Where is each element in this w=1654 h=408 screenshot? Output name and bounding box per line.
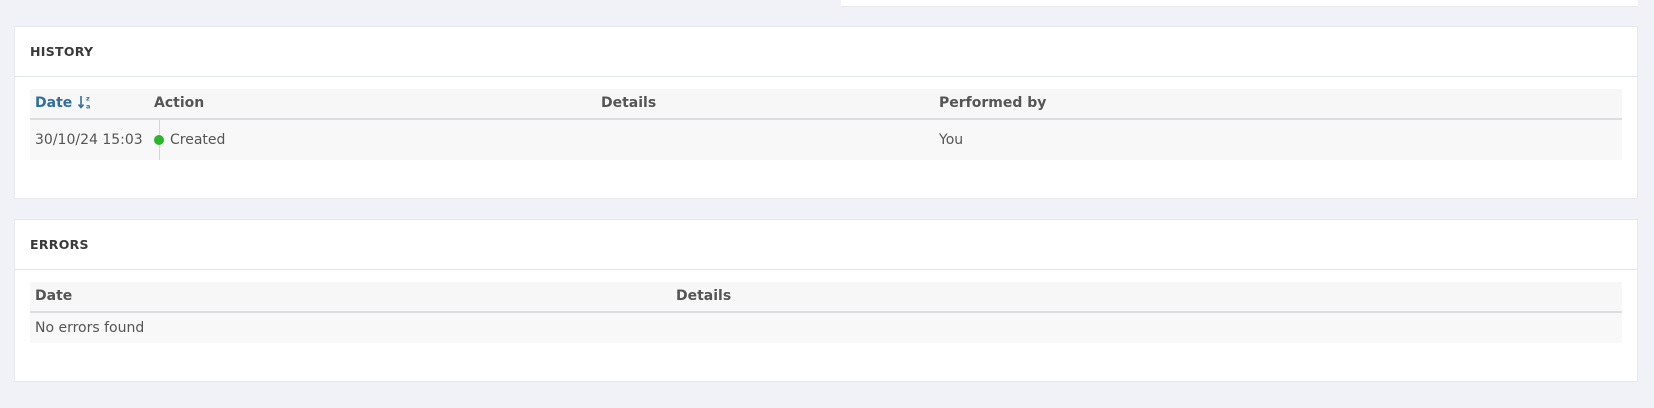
status-dot-icon	[154, 135, 164, 145]
history-title: HISTORY	[15, 27, 1637, 77]
svg-text:z: z	[86, 95, 90, 103]
errors-empty-message: No errors found	[35, 320, 145, 336]
errors-panel: ERRORS Date Details No errors found	[14, 219, 1638, 382]
history-table: Date z a Action Details Performed by 30/…	[30, 89, 1622, 160]
errors-table-header: Date Details	[30, 282, 1622, 313]
sort-descending-icon[interactable]: z a	[78, 94, 92, 110]
errors-date-column-header: Date	[35, 288, 73, 304]
history-row-action: Created	[170, 132, 226, 148]
errors-table: Date Details No errors found	[30, 282, 1622, 343]
svg-text:a: a	[86, 103, 90, 111]
errors-details-column-header: Details	[676, 288, 732, 304]
history-row-date: 30/10/24 15:03	[35, 132, 143, 148]
history-table-row: 30/10/24 15:03 Created You	[30, 120, 1622, 160]
errors-title: ERRORS	[15, 220, 1637, 270]
history-performed-by-column-header: Performed by	[939, 95, 1047, 111]
history-date-column-header[interactable]: Date z a	[35, 89, 92, 118]
history-action-column-header: Action	[154, 95, 205, 111]
history-table-header: Date z a Action Details Performed by	[30, 89, 1622, 120]
history-date-header-label: Date	[35, 95, 73, 111]
previous-card-edge	[841, 0, 1638, 7]
history-row-performed-by: You	[939, 132, 964, 148]
errors-empty-row: No errors found	[30, 313, 1622, 343]
history-panel: HISTORY Date z a Action Details Performe…	[14, 26, 1638, 199]
history-details-column-header: Details	[601, 95, 657, 111]
